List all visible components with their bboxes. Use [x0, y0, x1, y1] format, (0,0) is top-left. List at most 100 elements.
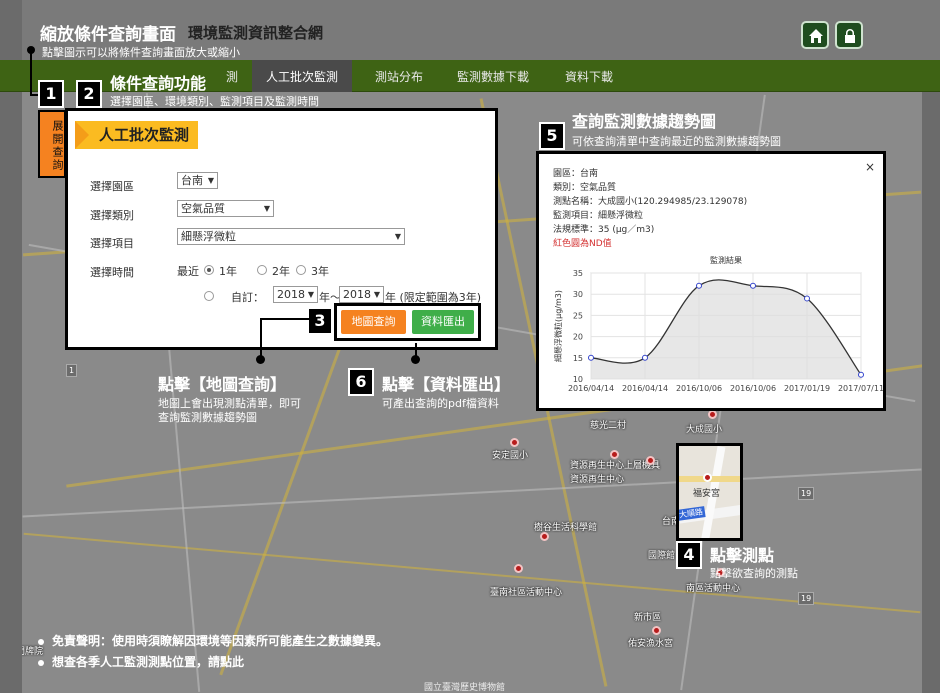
export-button[interactable]: 資料匯出 — [412, 310, 474, 334]
highway-marker: 1 — [66, 364, 78, 377]
station-thumbnail[interactable]: 福安宮 大順路 — [676, 443, 743, 541]
item-select[interactable]: 細懸浮微粒 ▼ — [177, 228, 405, 245]
station-pin[interactable] — [514, 564, 523, 573]
year-from-select[interactable]: 2018 ▼ — [273, 286, 318, 303]
caret-down-icon: ▼ — [263, 204, 270, 213]
lock-button[interactable] — [835, 21, 863, 49]
annotation-4-title: 點擊測點 — [710, 546, 775, 565]
radio-1-year[interactable] — [204, 265, 214, 275]
year-to-select[interactable]: 2018 ▼ — [339, 286, 384, 303]
expand-query-tab[interactable]: 展開查詢 — [38, 110, 66, 178]
annotation-5-title: 查詢監測數據趨勢圖 — [572, 112, 717, 131]
year-from-value: 2018 — [277, 288, 305, 301]
chart-data-point — [588, 354, 594, 361]
home-button[interactable] — [801, 21, 829, 49]
type-select-value: 空氣品質 — [181, 202, 225, 215]
chart-x-tick-label: 2016/04/14 — [568, 384, 614, 393]
annotation-number-6: 6 — [348, 368, 374, 396]
annotation-map-query-desc: 查詢監測數據趨勢圖 — [158, 411, 257, 424]
park-select-value: 台南 — [181, 174, 203, 187]
chart-y-tick-label: 15 — [573, 354, 583, 363]
recent-label: 最近 — [177, 265, 199, 278]
radio-custom[interactable] — [204, 291, 214, 301]
lock-icon — [845, 29, 855, 43]
highway-marker: 19 — [798, 487, 815, 500]
chart-x-tick-label: 2016/10/06 — [730, 384, 776, 393]
annotation-2-title: 條件查詢功能 — [110, 74, 207, 93]
nav-item-file-download[interactable]: 資料下載 — [565, 68, 613, 85]
chart-x-tick-label: 2016/10/06 — [676, 384, 722, 393]
radio-3-year[interactable] — [296, 265, 306, 275]
map-label: 新市區 — [634, 613, 662, 623]
annotation-map-query-title: 點擊【地圖查詢】 — [158, 375, 287, 394]
caret-down-icon: ▼ — [394, 232, 401, 241]
caret-down-icon: ▼ — [373, 290, 380, 299]
type-select[interactable]: 空氣品質 ▼ — [177, 200, 274, 217]
bullet-icon — [38, 659, 44, 666]
chart-x-tick-label: 2017/01/19 — [784, 384, 830, 393]
park-select[interactable]: 台南 ▼ — [177, 172, 218, 189]
chart-y-tick-label: 25 — [573, 311, 583, 320]
item-select-value: 細懸浮微粒 — [181, 230, 236, 243]
nav-item-manual-monitoring[interactable]: 人工批次監測 — [252, 60, 353, 92]
map-label: 國立臺灣歷史博物館 — [424, 683, 506, 693]
caret-down-icon: ▼ — [207, 176, 214, 185]
chart-data-point — [858, 371, 864, 378]
radio-2-year[interactable] — [257, 265, 267, 275]
chart-y-tick-label: 10 — [573, 375, 583, 384]
station-pin[interactable] — [540, 532, 549, 541]
station-pin[interactable] — [652, 626, 661, 635]
annotation-dot — [256, 355, 265, 364]
map-label: 大成國小 — [686, 425, 723, 435]
station-locations-link[interactable]: 想查各季人工監測測點位置，請點此 — [52, 655, 244, 669]
annotation-number-5: 5 — [539, 122, 565, 150]
chart-data-point — [804, 295, 810, 302]
annotation-zoom-title: 縮放條件查詢畫面 — [40, 25, 176, 45]
chart-y-tick-label: 20 — [573, 333, 583, 342]
trend-chart-popup: × 園區：台南 類別：空氣品質 測點名稱：大成國小(120.294985/23.… — [536, 151, 886, 411]
trend-chart: 10 15 20 25 30 35 2016/04/14 2016/04/14 2016/10/… — [553, 255, 883, 393]
station-pin[interactable] — [646, 456, 655, 465]
map-query-button[interactable]: 地圖查詢 — [341, 310, 406, 334]
annotation-leader-line — [30, 50, 32, 96]
nav-item-partial[interactable]: 測 — [226, 68, 238, 85]
map-label: 國際館 — [648, 551, 676, 561]
query-panel-title: 人工批次監測 — [75, 121, 198, 149]
year-to-value: 2018 — [343, 288, 371, 301]
home-icon — [809, 29, 823, 43]
annotation-6-title: 點擊【資料匯出】 — [382, 375, 511, 394]
chart-y-tick-label: 30 — [573, 290, 583, 299]
time-label: 選擇時間 — [90, 266, 134, 279]
custom-label: 自訂： — [231, 291, 264, 304]
chart-data-point — [642, 354, 648, 361]
annotation-number-3: 3 — [307, 307, 333, 335]
annotation-5-desc: 可依查詢清單中查詢最近的監測數據趨勢圖 — [572, 135, 781, 148]
annotation-2-desc: 選擇園區、環境類別、監測項目及監測時間 — [110, 95, 319, 108]
option-1-year: 1年 — [219, 265, 237, 278]
highway-marker: 19 — [798, 592, 815, 605]
annotation-zoom-desc: 點擊圖示可以將條件查詢畫面放大或縮小 — [42, 46, 240, 59]
chart-title: 監測結果 — [710, 255, 742, 265]
chart-data-point — [750, 282, 756, 289]
nav-item-data-download[interactable]: 監測數據下載 — [457, 68, 529, 85]
item-label: 選擇項目 — [90, 237, 134, 250]
map-label: 安定國小 — [492, 451, 529, 461]
chart-y-tick-label: 35 — [573, 269, 583, 278]
chart-x-tick-label: 2017/07/11 — [838, 384, 883, 393]
station-pin[interactable] — [708, 410, 717, 419]
chart-data-point — [696, 282, 702, 289]
station-pin[interactable] — [510, 438, 519, 447]
bullet-icon — [38, 638, 44, 645]
annotation-6-desc: 可產出查詢的pdf檔資料 — [382, 397, 499, 410]
nav-item-station-distribution[interactable]: 測站分布 — [375, 68, 423, 85]
annotation-leader-line — [260, 318, 262, 358]
annotation-number-2: 2 — [76, 80, 102, 108]
option-2-year: 2年 — [272, 265, 290, 278]
map-label: 南區活動中心 — [686, 584, 741, 594]
map-label: 臺南社區活動中心 — [490, 588, 563, 598]
chart-x-tick-label: 2016/04/14 — [622, 384, 668, 393]
option-3-year: 3年 — [311, 265, 329, 278]
station-pin[interactable] — [703, 473, 712, 482]
map-label: 佑安漁水宮 — [628, 639, 674, 649]
annotation-number-1: 1 — [38, 80, 64, 108]
